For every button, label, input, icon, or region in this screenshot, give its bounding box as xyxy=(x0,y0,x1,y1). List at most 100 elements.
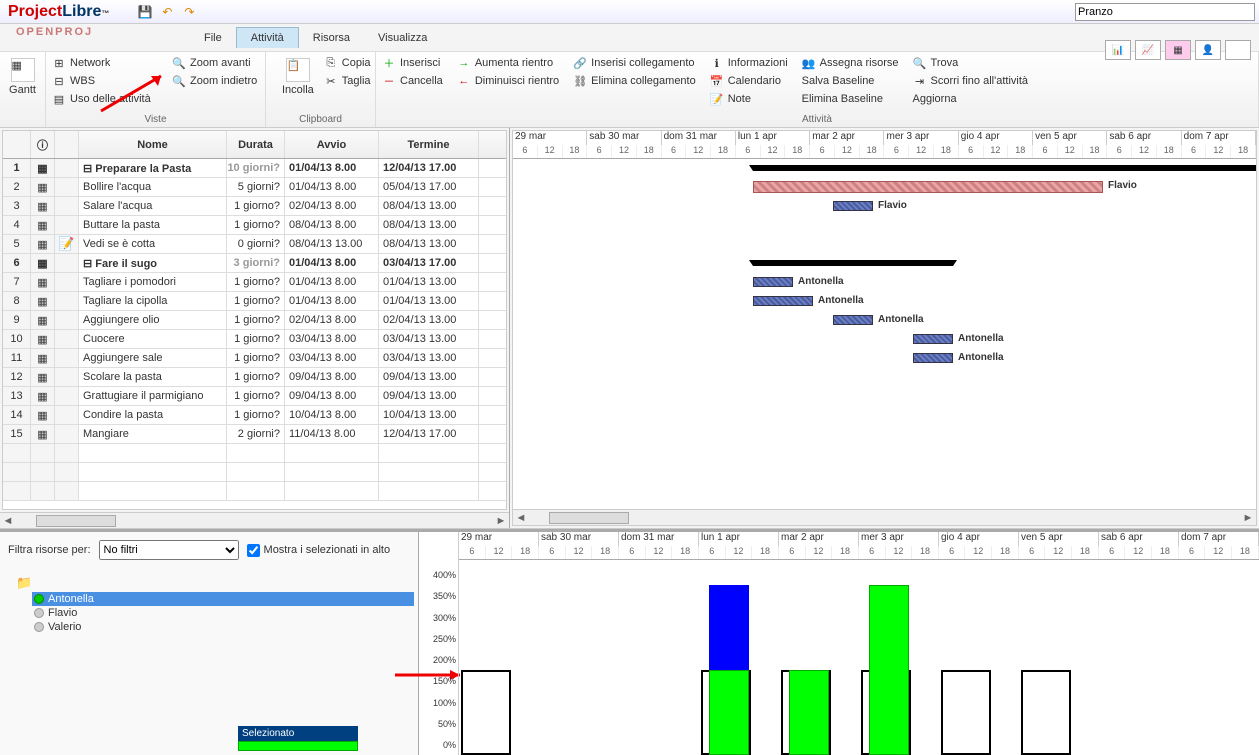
gantt-bar[interactable] xyxy=(753,260,953,266)
table-row[interactable]: 12▦Scolare la pasta1 giorno?09/04/13 8.0… xyxy=(3,368,506,387)
indent-icon: → xyxy=(457,56,471,70)
gantt-bar[interactable]: Antonella xyxy=(913,334,953,344)
group-label-attivita: Attività xyxy=(382,112,1252,125)
cut-button[interactable]: ✂Taglia xyxy=(324,72,371,90)
insert-button[interactable]: ＋Inserisci xyxy=(382,54,443,72)
subbrand-label: OPENPROJ xyxy=(16,26,93,38)
plus-icon: ＋ xyxy=(382,56,396,70)
unlink-icon: ⛓ xyxy=(573,74,587,88)
resource-valerio[interactable]: Valerio xyxy=(32,620,414,634)
document-title-input[interactable] xyxy=(1075,3,1255,21)
folder-icon: 📁 xyxy=(16,575,32,591)
network-icon: ⊞ xyxy=(52,56,66,70)
outdent-icon: ← xyxy=(457,74,471,88)
tab-file[interactable]: File xyxy=(190,28,236,48)
dot-icon xyxy=(34,608,44,618)
wbs-icon: ⊟ xyxy=(52,74,66,88)
zoom-in-button[interactable]: 🔍Zoom avanti xyxy=(172,54,257,72)
minus-icon: － xyxy=(382,74,396,88)
zoom-out-button[interactable]: 🔍Zoom indietro xyxy=(172,72,257,90)
scroll-to-button[interactable]: ⇥Scorri fino all'attività xyxy=(913,72,1028,90)
uso-icon: ▤ xyxy=(52,92,66,106)
delete-button[interactable]: －Cancella xyxy=(382,72,443,90)
outdent-button[interactable]: ←Diminuisci rientro xyxy=(457,72,559,90)
zoom-in-icon: 🔍 xyxy=(172,56,186,70)
main-tabs: File Attività Risorsa Visualizza xyxy=(0,24,1259,52)
chart-bar xyxy=(1021,670,1071,755)
gantt-bar[interactable]: Antonella xyxy=(753,296,813,306)
table-row[interactable]: 6▦⊟ Fare il sugo3 giorni?01/04/13 8.0003… xyxy=(3,254,506,273)
gantt-bar[interactable]: Flavio xyxy=(753,181,1103,193)
gantt-bar[interactable]: Antonella xyxy=(913,353,953,363)
note-button[interactable]: 📝Note xyxy=(710,90,788,108)
resource-flavio[interactable]: Flavio xyxy=(32,606,414,620)
zoom-out-icon: 🔍 xyxy=(172,74,186,88)
chart-bar xyxy=(461,670,511,755)
table-row[interactable]: 10▦Cuocere1 giorno?03/04/13 8.0003/04/13… xyxy=(3,330,506,349)
gantt-body[interactable]: Flavio Flavio Antonella Antonella Antonella A… xyxy=(513,159,1256,509)
scroll-icon: ⇥ xyxy=(913,74,927,88)
chart-bar xyxy=(869,585,909,755)
table-row[interactable]: 15▦Mangiare2 giorni?11/04/13 8.0012/04/1… xyxy=(3,425,506,444)
wbs-button[interactable]: ⊟WBS xyxy=(52,72,162,90)
undo-icon[interactable]: ↶ xyxy=(159,4,175,20)
cut-icon: ✂ xyxy=(324,74,338,88)
table-row[interactable]: 2▦Bollire l'acqua5 giorni?01/04/13 8.000… xyxy=(3,178,506,197)
chart-bar xyxy=(709,670,749,755)
task-table: ⓘ Nome Durata Avvio Termine 1▦⊟ Preparar… xyxy=(2,130,507,510)
find-icon: 🔍 xyxy=(913,56,927,70)
chart-bar xyxy=(941,670,991,755)
chart-timeline-header: 29 marsab 30 mardom 31 marlun 1 aprmar 2… xyxy=(459,532,1259,560)
chart-yaxis: 0%50%100%150%200%250%300%350%400% xyxy=(419,532,459,755)
save-baseline-button[interactable]: Salva Baseline xyxy=(802,72,899,90)
table-row[interactable]: 11▦Aggiungere sale1 giorno?03/04/13 8.00… xyxy=(3,349,506,368)
gantt-button[interactable]: ▦Gantt xyxy=(6,54,39,100)
gantt-bar[interactable] xyxy=(753,165,1257,171)
update-button[interactable]: Aggiorna xyxy=(913,90,1028,108)
paste-button[interactable]: 📋Incolla xyxy=(272,54,324,100)
tab-attivita[interactable]: Attività xyxy=(236,27,299,48)
gantt-bar[interactable]: Antonella xyxy=(833,315,873,325)
group-label-viste: Viste xyxy=(52,112,259,125)
link-button[interactable]: 🔗Inserisi collegamento xyxy=(573,54,696,72)
del-baseline-button[interactable]: Elimina Baseline xyxy=(802,90,899,108)
show-selected-checkbox[interactable]: Mostra i selezionati in alto xyxy=(247,544,391,557)
table-row[interactable]: 3▦Salare l'acqua1 giorno?02/04/13 8.0008… xyxy=(3,197,506,216)
dot-icon xyxy=(34,622,44,632)
app-logo: ProjectLibre™ xyxy=(0,3,117,21)
table-row[interactable]: 9▦Aggiungere olio1 giorno?02/04/13 8.000… xyxy=(3,311,506,330)
uso-button[interactable]: ▤Uso delle attività xyxy=(52,90,162,108)
unlink-button[interactable]: ⛓Elimina collegamento xyxy=(573,72,696,90)
tab-visualizza[interactable]: Visualizza xyxy=(364,28,441,48)
find-button[interactable]: 🔍Trova xyxy=(913,54,1028,72)
table-row[interactable]: 7▦Tagliare i pomodori1 giorno?01/04/13 8… xyxy=(3,273,506,292)
gantt-scrollbar[interactable]: ◄► xyxy=(513,509,1256,525)
indent-button[interactable]: →Aumenta rientro xyxy=(457,54,559,72)
filter-select[interactable]: No filtri xyxy=(99,540,239,560)
calendar-button[interactable]: 📅Calendario xyxy=(710,72,788,90)
table-row[interactable]: 13▦Grattugiare il parmigiano1 giorno?09/… xyxy=(3,387,506,406)
table-row[interactable]: 5▦📝Vedi se è cotta0 giorni?08/04/13 13.0… xyxy=(3,235,506,254)
dot-icon xyxy=(34,594,44,604)
table-row[interactable]: 4▦Buttare la pasta1 giorno?08/04/13 8.00… xyxy=(3,216,506,235)
table-row[interactable]: 14▦Condire la pasta1 giorno?10/04/13 8.0… xyxy=(3,406,506,425)
chart-bar xyxy=(789,670,829,755)
table-scrollbar[interactable]: ◄► xyxy=(0,512,509,528)
legend-box: Selezionato xyxy=(238,726,358,751)
calendar-icon: 📅 xyxy=(710,74,724,88)
copy-button[interactable]: ⎘Copia xyxy=(324,54,371,72)
assign-button[interactable]: 👥Assegna risorse xyxy=(802,54,899,72)
tab-risorsa[interactable]: Risorsa xyxy=(299,28,364,48)
save-icon[interactable]: 💾 xyxy=(137,4,153,20)
redo-icon[interactable]: ↷ xyxy=(181,4,197,20)
network-button[interactable]: ⊞Network xyxy=(52,54,162,72)
note-icon: 📝 xyxy=(710,92,724,106)
info-button[interactable]: ℹInformazioni xyxy=(710,54,788,72)
table-row[interactable]: 8▦Tagliare la cipolla1 giorno?01/04/13 8… xyxy=(3,292,506,311)
gantt-bar[interactable]: Antonella xyxy=(753,277,793,287)
paste-icon: 📋 xyxy=(286,58,310,82)
resource-antonella[interactable]: Antonella xyxy=(32,592,414,606)
gantt-bar[interactable]: Flavio xyxy=(833,201,873,211)
resource-tree: 📁 Antonella Flavio Valerio xyxy=(4,574,414,634)
table-row[interactable]: 1▦⊟ Preparare la Pasta10 giorni?01/04/13… xyxy=(3,159,506,178)
